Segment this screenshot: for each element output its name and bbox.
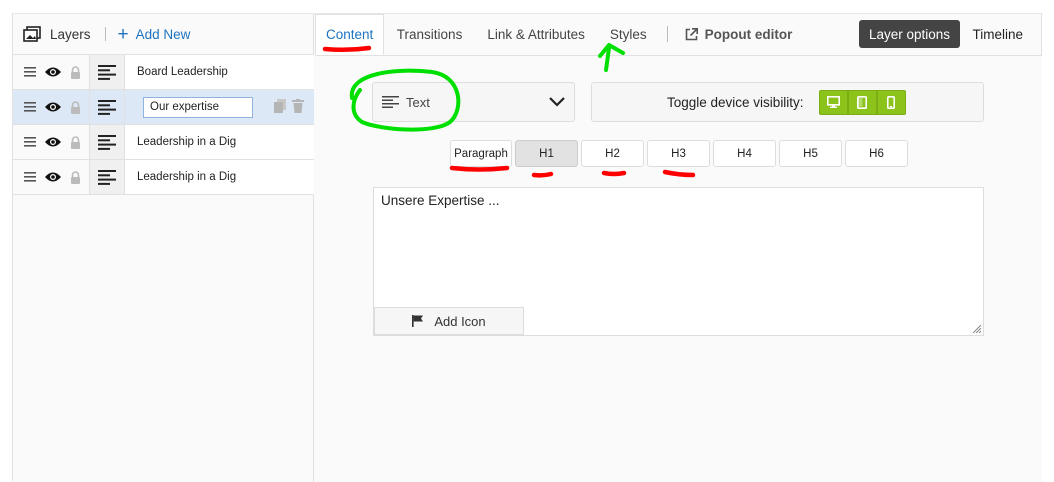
tab-bar: Content Transitions Link & Attributes St…: [315, 14, 1042, 55]
device-visibility-box: Toggle device visibility:: [591, 82, 984, 122]
tablet-toggle[interactable]: [847, 89, 877, 115]
tag-paragraph-button[interactable]: Paragraph: [450, 140, 512, 167]
layers-panel: Layers + Add New Board Leadership Our ex…: [13, 14, 314, 482]
layer-options-button[interactable]: Layer options: [858, 20, 960, 48]
layer-type-value: Text: [406, 94, 430, 110]
duplicate-icon[interactable]: [274, 99, 286, 113]
text-layer-icon: [89, 160, 125, 194]
tag-h6-button[interactable]: H6: [845, 140, 908, 167]
drag-handle-icon[interactable]: [20, 62, 40, 82]
plus-icon: +: [117, 23, 129, 45]
text-editor[interactable]: Unsere Expertise ... Add Icon: [373, 187, 984, 336]
tab-content[interactable]: Content: [315, 14, 385, 55]
tag-h1-button[interactable]: H1: [515, 140, 578, 167]
tab-styles[interactable]: Styles: [597, 14, 659, 54]
text-layer-icon: [89, 55, 125, 89]
add-new-label: Add New: [135, 26, 191, 42]
lock-icon[interactable]: [65, 97, 85, 117]
tab-transitions[interactable]: Transitions: [384, 14, 475, 54]
layer-row-active[interactable]: [13, 90, 314, 125]
eye-icon[interactable]: [43, 62, 63, 82]
desktop-icon: [826, 96, 840, 108]
html-tag-selector: Paragraph H1 H2 H3 H4 H5 H6: [450, 140, 908, 167]
layer-name[interactable]: Board Leadership: [125, 55, 314, 89]
eye-icon[interactable]: [43, 132, 63, 152]
drag-handle-icon[interactable]: [20, 167, 40, 187]
device-visibility-label: Toggle device visibility:: [667, 94, 804, 110]
lock-icon[interactable]: [65, 132, 85, 152]
tablet-icon: [857, 95, 868, 109]
text-type-icon: [382, 96, 399, 108]
editor-text[interactable]: Unsere Expertise ...: [381, 193, 500, 208]
layer-name-input[interactable]: [143, 96, 253, 118]
header-divider: [104, 27, 106, 41]
eye-icon[interactable]: [43, 167, 63, 187]
external-link-icon: [685, 27, 698, 40]
layers-icon: [23, 26, 41, 42]
lock-icon[interactable]: [65, 167, 85, 187]
layers-header: Layers + Add New: [13, 14, 313, 54]
add-new-button[interactable]: + Add New: [118, 25, 191, 44]
device-visibility-toggles: [818, 89, 906, 115]
popout-editor-button[interactable]: Popout editor: [672, 14, 805, 54]
layer-row[interactable]: Leadership in a Dig: [13, 125, 314, 160]
layers-title: Layers: [50, 26, 91, 42]
drag-handle-icon[interactable]: [20, 132, 40, 152]
layer-row[interactable]: Leadership in a Dig: [13, 160, 314, 195]
layer-name[interactable]: Leadership in a Dig: [125, 125, 314, 159]
layer-list: Board Leadership Lead: [13, 54, 314, 195]
row-actions: [274, 99, 304, 113]
layer-editor-app: Layers + Add New Board Leadership Our ex…: [12, 13, 1042, 482]
lock-icon[interactable]: [65, 62, 85, 82]
desktop-toggle[interactable]: [818, 89, 848, 115]
mobile-icon: [887, 95, 896, 109]
drag-handle-icon[interactable]: [20, 97, 40, 117]
add-icon-button[interactable]: Add Icon: [374, 307, 524, 335]
chevron-down-icon: [549, 97, 565, 107]
text-layer-icon: [89, 125, 125, 159]
popout-editor-label: Popout editor: [704, 26, 793, 42]
tag-h5-button[interactable]: H5: [779, 140, 842, 167]
text-layer-icon: [89, 90, 125, 124]
resize-grip-icon[interactable]: [970, 322, 982, 334]
add-icon-label: Add Icon: [434, 313, 486, 329]
layer-settings-panel: Content Transitions Link & Attributes St…: [315, 14, 1042, 482]
trash-icon[interactable]: [292, 99, 304, 113]
tab-divider: [667, 26, 669, 42]
layer-type-select[interactable]: Text: [372, 82, 575, 122]
mobile-toggle[interactable]: [876, 89, 906, 115]
tag-h2-button[interactable]: H2: [581, 140, 644, 167]
tag-h3-button[interactable]: H3: [647, 140, 710, 167]
layer-name[interactable]: Leadership in a Dig: [125, 160, 314, 194]
content-tab-panel: Text Toggle device visibility: Paragraph…: [315, 55, 1042, 482]
eye-icon[interactable]: [43, 97, 63, 117]
flag-icon: [412, 315, 424, 327]
layer-row[interactable]: Board Leadership: [13, 55, 314, 90]
timeline-button[interactable]: Timeline: [972, 20, 1023, 48]
tab-link-attributes[interactable]: Link & Attributes: [475, 14, 598, 54]
tag-h4-button[interactable]: H4: [713, 140, 776, 167]
